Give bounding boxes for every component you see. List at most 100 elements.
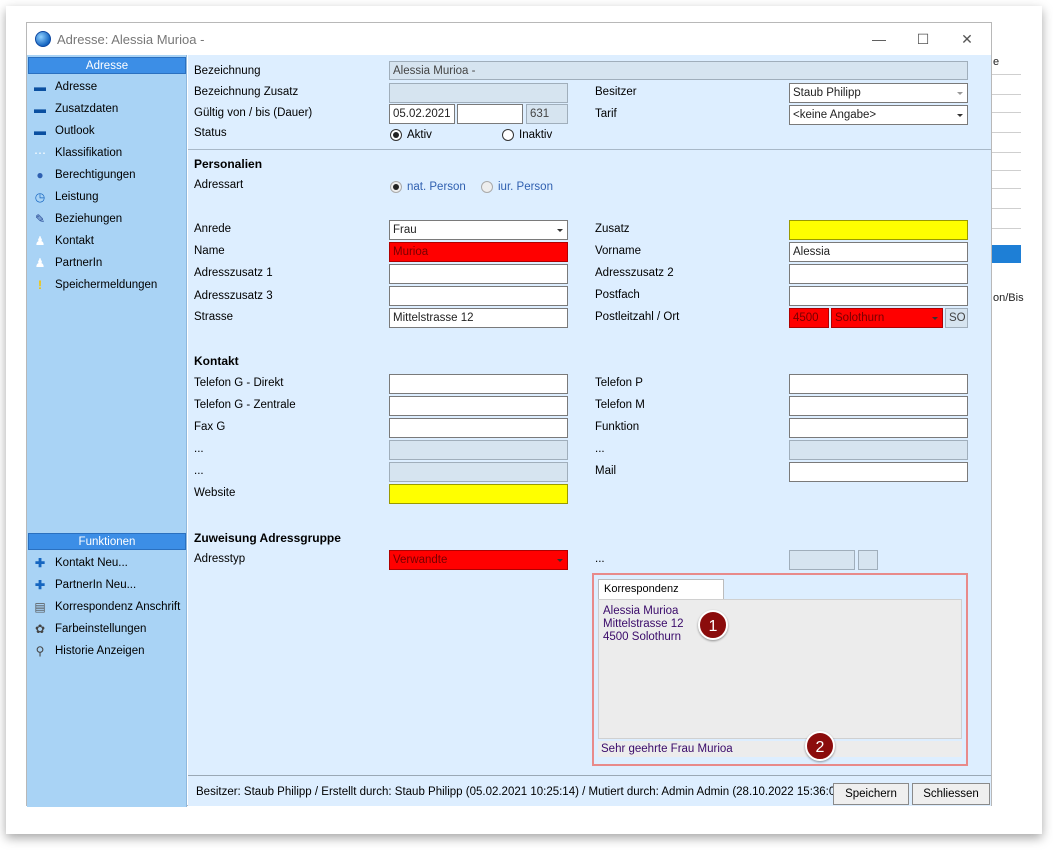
adresszusatz2-label: Adresszusatz 2 — [595, 267, 674, 279]
extra-field-2[interactable] — [789, 440, 968, 460]
zusatz-label: Zusatz — [595, 223, 630, 235]
tel-g-direkt-field[interactable] — [389, 374, 568, 394]
name-field[interactable]: Murioa — [389, 242, 568, 262]
clock-icon: ◷ — [34, 190, 46, 204]
tel-p-field[interactable] — [789, 374, 968, 394]
pencil-icon: ✎ — [34, 212, 46, 226]
folder-icon: ▬ — [34, 124, 46, 138]
bezeichnung-label: Bezeichnung — [194, 65, 261, 77]
extra-field-4[interactable] — [789, 550, 855, 570]
adresszusatz1-field[interactable] — [389, 264, 568, 284]
besitzer-select[interactable]: Staub Philipp — [789, 83, 968, 103]
funktion-label: Funktion — [595, 421, 640, 433]
gueltig-von-field[interactable]: 05.02.2021 — [389, 104, 455, 124]
vorname-field[interactable]: Alessia — [789, 242, 968, 262]
tab-korrespondenz-anschrift[interactable]: Korrespondenz Anschrift — [598, 579, 724, 614]
minimize-button[interactable]: — — [865, 29, 893, 49]
chevron-down-icon — [557, 229, 563, 232]
sidebar-header-funktionen[interactable]: Funktionen — [28, 533, 186, 550]
adressart-jur-radio[interactable] — [481, 181, 493, 193]
bezeichnung-zusatz-field[interactable] — [389, 83, 568, 103]
extra-field-3[interactable] — [389, 462, 568, 482]
mail-field[interactable] — [789, 462, 968, 482]
chevron-down-icon — [557, 559, 563, 562]
adresstyp-select[interactable]: Verwandte — [389, 550, 568, 570]
status-label: Status — [194, 127, 227, 139]
gueltig-label: Gültig von / bis (Dauer) — [194, 107, 313, 119]
adresszusatz3-field[interactable] — [389, 286, 568, 306]
extra-field-2-label: ... — [595, 443, 605, 455]
chevron-down-icon — [932, 317, 938, 320]
folder-icon: ▬ — [34, 102, 46, 116]
status-aktiv-radio[interactable] — [390, 129, 402, 141]
chevron-down-icon — [957, 114, 963, 117]
adresstyp-label: Adresstyp — [194, 553, 246, 565]
function-label: Historie Anzeigen — [55, 645, 145, 657]
warning-icon: ! — [38, 278, 42, 292]
add-icon: ✚ — [34, 556, 46, 570]
extra-field-1[interactable] — [389, 440, 568, 460]
website-field[interactable] — [389, 484, 568, 504]
zusatz-field[interactable] — [789, 220, 968, 240]
close-button[interactable]: ✕ — [953, 29, 981, 49]
tarif-select[interactable]: <keine Angabe> — [789, 105, 968, 125]
ort-select[interactable]: Solothurn — [831, 308, 943, 328]
address-line-1: Alessia Murioa — [603, 605, 679, 617]
sidebar-header-adresse[interactable]: Adresse — [28, 57, 186, 74]
title-bar[interactable]: Adresse: Alessia Murioa - — ☐ ✕ — [27, 23, 991, 55]
greeting-field[interactable]: Sehr geehrte Frau Murioa — [598, 741, 962, 757]
fax-g-label: Fax G — [194, 421, 226, 433]
adressart-jur-label: iur. Person — [498, 181, 553, 193]
palette-icon: ✿ — [34, 622, 46, 636]
callout-badge-1: 1 — [698, 610, 728, 640]
status-bar: Besitzer: Staub Philipp / Erstellt durch… — [188, 775, 991, 806]
kanton-field[interactable]: SO — [945, 308, 968, 328]
extra-field-4-button[interactable] — [858, 550, 878, 570]
bezeichnung-zusatz-label: Bezeichnung Zusatz — [194, 86, 299, 98]
status-inaktiv-radio[interactable] — [502, 129, 514, 141]
function-label: Korrespondenz Anschrift — [55, 601, 181, 613]
sidebar-item-label: Klassifikation — [55, 147, 123, 159]
fax-g-field[interactable] — [389, 418, 568, 438]
funktion-field[interactable] — [789, 418, 968, 438]
user-icon: ● — [36, 168, 44, 182]
plz-field[interactable]: 4500 — [789, 308, 829, 328]
gueltig-bis-field[interactable] — [457, 104, 523, 124]
ort-value: Solothurn — [835, 312, 885, 324]
gueltig-dauer-field[interactable]: 631 — [526, 104, 568, 124]
vorname-label: Vorname — [595, 245, 642, 257]
maximize-button[interactable]: ☐ — [909, 29, 937, 49]
background-row-fragment: on/Bis — [993, 292, 1024, 304]
plz-ort-label: Postleitzahl / Ort — [595, 311, 680, 323]
tarif-value: <keine Angabe> — [793, 109, 877, 121]
korrespondenz-address-box[interactable]: Alessia Murioa Mittelstrasse 12 4500 Sol… — [598, 599, 962, 739]
bezeichnung-field[interactable]: Alessia Murioa - — [389, 61, 968, 80]
sidebar-item-label: Adresse — [55, 81, 98, 93]
document-icon: ▤ — [34, 600, 46, 614]
sidebar-item-label: Beziehungen — [55, 213, 123, 225]
address-line-2: Mittelstrasse 12 — [603, 618, 684, 630]
status-inaktiv-label: Inaktiv — [519, 129, 553, 141]
anrede-label: Anrede — [194, 223, 232, 235]
postfach-label: Postfach — [595, 289, 640, 301]
korrespondenz-panel: Korrespondenz Anschrift Alessia Murioa M… — [592, 573, 968, 766]
postfach-field[interactable] — [789, 286, 968, 306]
address-form: Bezeichnung Alessia Murioa - Bezeichnung… — [188, 55, 991, 775]
anrede-select[interactable]: Frau — [389, 220, 568, 240]
tel-g-zentrale-field[interactable] — [389, 396, 568, 416]
tel-p-label: Telefon P — [595, 377, 643, 389]
save-button[interactable]: Speichern — [833, 783, 909, 805]
extra-field-3-label: ... — [194, 465, 204, 477]
extra-field-4-label: ... — [595, 553, 605, 565]
adresszusatz2-field[interactable] — [789, 264, 968, 284]
tel-g-direkt-label: Telefon G - Direkt — [194, 377, 284, 389]
website-label: Website — [194, 487, 236, 499]
close-form-button[interactable]: Schliessen — [912, 783, 990, 805]
strasse-field[interactable]: Mittelstrasse 12 — [389, 308, 568, 328]
background-window: e on/Bis — [990, 52, 1024, 312]
personalien-header: Personalien — [194, 157, 263, 171]
tel-m-field[interactable] — [789, 396, 968, 416]
sidebar-item-label: Kontakt — [55, 235, 94, 247]
adressart-nat-radio[interactable] — [390, 181, 402, 193]
function-label: Farbeinstellungen — [55, 623, 147, 635]
